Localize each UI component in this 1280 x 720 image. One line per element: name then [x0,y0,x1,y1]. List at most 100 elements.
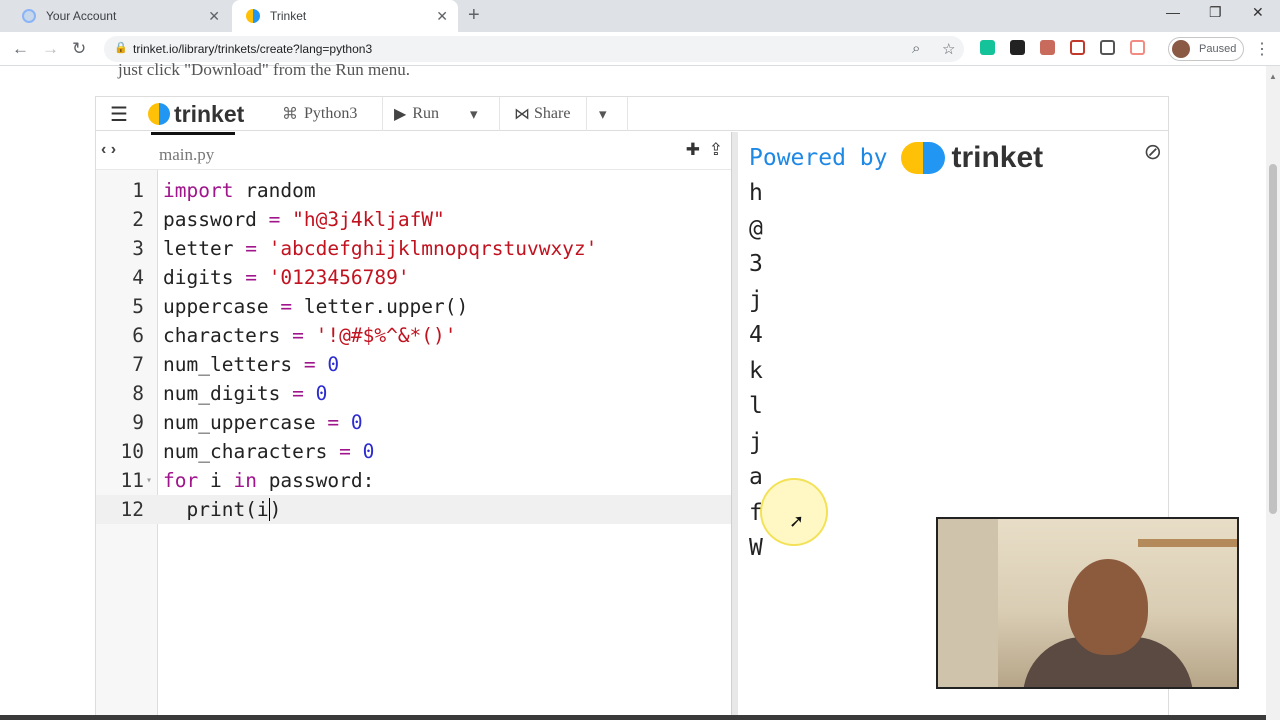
scroll-thumb[interactable] [1269,164,1277,514]
instruction-text: just click "Download" from the Run menu. [118,60,410,79]
add-file-icon[interactable]: ✚ [686,140,700,159]
file-tab-main[interactable]: main.py [151,132,235,170]
page-scrollbar[interactable]: ▲ [1266,66,1280,720]
reload-icon[interactable]: ↻ [72,39,86,59]
code-text: characters = '!@#$%^&*()' [163,324,457,347]
code-line[interactable]: 1 import random [96,176,731,205]
grammarly-extension-icon[interactable] [980,40,995,55]
code-line[interactable]: 9 num_uppercase = 0 [96,408,731,437]
python-icon: ⌘ [282,106,298,123]
fold-arrow-icon[interactable]: ▾ [146,466,152,495]
screen-record-extension-icon[interactable] [1070,40,1085,55]
code-text: for i in password: [163,469,375,492]
share-label: Share [534,105,571,122]
powered-by-text: Powered by [749,145,888,171]
output-line: k [749,357,763,384]
trinket-logo-icon [901,142,946,174]
line-number: 9 [132,411,144,434]
close-tab-icon[interactable]: ✕ [436,8,448,25]
trinket-logo[interactable]: trinket [148,97,244,131]
scroll-up-icon[interactable]: ▲ [1269,72,1277,81]
tab-trinket[interactable]: Trinket ✕ [232,0,458,32]
upload-icon[interactable]: ⇪ [709,140,723,159]
taskbar-edge [0,715,1266,720]
browser-tab-bar: Your Account ✕ Trinket ✕ + — ❐ ✕ [0,0,1280,32]
address-bar[interactable]: 🔒 trinket.io/library/trinkets/create?lan… [104,36,964,62]
code-text: password = "h@3j4kljafW" [163,208,445,231]
extension-icon[interactable] [1010,40,1025,55]
output-line: 3 [749,251,763,277]
account-favicon-icon [22,9,36,23]
code-line[interactable]: 10 num_characters = 0 [96,437,731,466]
share-menu-dropdown[interactable]: ▾ [599,97,607,131]
output-line: l [749,393,763,419]
code-line[interactable]: 5 uppercase = letter.upper() [96,292,731,321]
line-number: 10 [120,440,144,463]
code-line[interactable]: 11 ▾ for i in password: [96,466,731,495]
run-label: Run [412,105,439,122]
code-text: import random [163,179,316,202]
code-line[interactable]: 8 num_digits = 0 [96,379,731,408]
pdf-extension-icon[interactable] [1040,40,1055,55]
pane-resize-handle[interactable] [731,132,738,715]
editor-tab-bar: ‹ › main.py ✚ ⇪ [96,132,731,170]
code-editor[interactable]: ‹ › main.py ✚ ⇪ 1 import random 2 password … [96,132,731,715]
line-number: 12 [120,498,144,521]
new-tab-button[interactable]: + [468,4,480,27]
code-area[interactable]: 1 import random 2 password = "h@3j4kljafW" 3… [96,176,731,524]
code-line[interactable]: 4 digits = '0123456789' [96,263,731,292]
trinket-logo-icon [148,103,170,125]
language-text: Python3 [304,105,358,122]
code-text: num_uppercase = 0 [163,411,363,434]
lock-icon: 🔒 [114,42,128,54]
browser-menu-icon[interactable]: ⋮ [1254,39,1270,59]
trinket-toolbar: ☰ trinket ⌘ Python3 ▶ Run ▾ ⋈ Share ▾ [96,97,1168,131]
tab-your-account[interactable]: Your Account ✕ [8,0,230,32]
share-button[interactable]: ⋈ Share [514,97,570,131]
mouse-pointer-icon: ➚ [789,511,805,531]
code-text: letter = 'abcdefghijklmnopqrstuvwxyz' [163,237,598,260]
run-menu-dropdown[interactable]: ▾ [470,97,478,131]
restore-icon[interactable]: ❐ [1209,4,1222,21]
powered-by-banner[interactable]: Powered by trinket [749,141,1043,175]
line-number: 5 [132,295,144,318]
line-number: 6 [132,324,144,347]
line-number: 11 [120,469,144,492]
trinket-favicon-icon [246,9,260,23]
code-view-icon[interactable]: ‹ › [101,141,116,159]
code-text: uppercase = letter.upper() [163,295,469,318]
run-button[interactable]: ▶ Run [394,97,439,131]
close-tab-icon[interactable]: ✕ [208,8,220,25]
line-number: 3 [132,237,144,260]
line-number: 8 [132,382,144,405]
output-line: j [749,286,763,313]
line-number: 7 [132,353,144,376]
back-icon[interactable]: ← [12,39,29,59]
profile-button[interactable]: Paused [1168,37,1244,61]
clear-output-icon[interactable]: ⊘ [1144,139,1162,165]
cast-extension-icon[interactable] [1130,40,1145,55]
line-number: 2 [132,208,144,231]
code-text: num_characters = 0 [163,440,375,463]
webcam-shelf [1138,539,1237,547]
menu-button[interactable]: ☰ [110,97,128,131]
hamburger-icon: ☰ [110,103,128,126]
language-label: ⌘ Python3 [282,97,357,131]
code-line[interactable]: 6 characters = '!@#$%^&*()' [96,321,731,350]
bookmark-star-icon[interactable]: ☆ [942,40,955,58]
output-line: W [749,535,763,561]
tab-title: Your Account [46,9,117,23]
capture-extension-icon[interactable] [1100,40,1115,55]
forward-icon[interactable]: → [42,39,59,59]
code-text: print(i) [163,498,282,521]
code-line[interactable]: 12 print(i) [96,495,731,524]
close-window-icon[interactable]: ✕ [1252,4,1264,21]
code-line[interactable]: 2 password = "h@3j4kljafW" [96,205,731,234]
output-line: h [749,180,763,206]
minimize-icon[interactable]: — [1166,4,1180,20]
code-line[interactable]: 3 letter = 'abcdefghijklmnopqrstuvwxyz' [96,234,731,263]
code-line[interactable]: 7 num_letters = 0 [96,350,731,379]
webcam-overlay [936,517,1239,689]
share-icon: ⋈ [514,106,530,123]
zoom-icon[interactable]: ⌕ [912,40,920,57]
